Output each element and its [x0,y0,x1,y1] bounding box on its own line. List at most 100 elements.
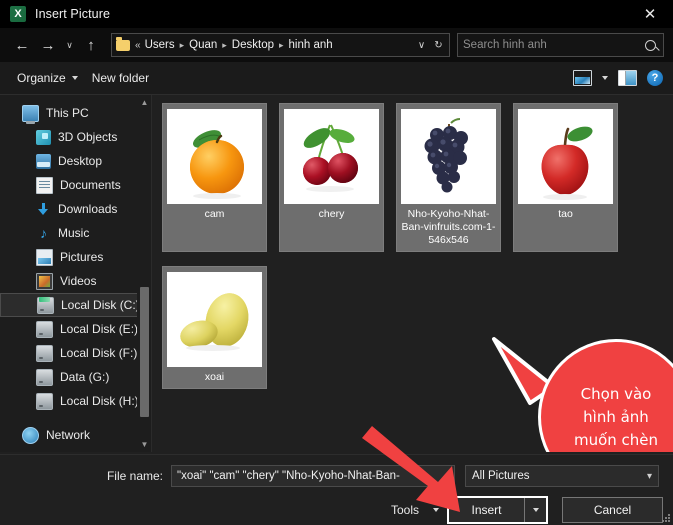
preview-pane-icon[interactable] [618,70,637,86]
sidebar-item-videos[interactable]: Videos [0,269,152,293]
recent-locations-icon[interactable]: ∨ [61,32,78,58]
sidebar-item-network[interactable]: Network [0,423,152,447]
folder-icon [116,37,130,51]
download-icon [36,202,51,217]
thumbnail-image [284,109,379,204]
network-icon [22,426,39,444]
chevron-down-icon[interactable]: ∨ [413,40,430,51]
sidebar-item-downloads[interactable]: Downloads [0,197,152,221]
navigation-bar: ← → ∨ ↑ « Users ▸ Quan ▸ Desktop ▸ hinh … [0,28,673,62]
sidebar-item-pictures[interactable]: Pictures [0,245,152,269]
sidebar-item-label: Documents [60,178,121,192]
sidebar-item-local-disk-h[interactable]: Local Disk (H:) [0,389,152,413]
insert-button[interactable]: Insert [449,498,524,522]
sidebar-item-music[interactable]: ♪ Music [0,221,152,245]
file-name-input[interactable]: "xoai" "cam" "chery" "Nho-Kyoho-Nhat-Ban… [171,465,455,487]
sidebar-item-desktop[interactable]: Desktop [0,149,152,173]
sidebar-item-label: Videos [60,274,97,288]
sidebar-item-label: Local Disk (C:) [61,298,140,312]
scrollbar-thumb[interactable] [140,287,149,417]
breadcrumb-item-desktop[interactable]: Desktop [230,39,276,51]
file-name-label: cam [204,208,225,220]
organize-label: Organize [17,71,66,85]
thumbnail-image [167,109,262,204]
callout-line-1: Chọn vào [580,384,652,403]
address-bar[interactable]: « Users ▸ Quan ▸ Desktop ▸ hinh anh ∨ ↻ [111,33,450,57]
forward-icon[interactable]: → [35,32,61,58]
breadcrumb-item-users[interactable]: Users [143,39,177,51]
search-input[interactable]: Search hinh anh [457,33,664,57]
file-item-chery[interactable]: chery [279,103,384,252]
dialog-buttons-row: Tools Insert Cancel [0,495,673,525]
drive-c-icon [37,296,54,314]
sidebar-item-3d-objects[interactable]: 3D Objects [0,125,152,149]
new-folder-label: New folder [91,71,150,85]
file-name-label-text: File name: [106,469,163,483]
callout-line-2: hình ảnh [583,407,649,426]
file-type-filter-select[interactable]: All Pictures ▾ [465,465,659,487]
breadcrumb-item-hinh-anh[interactable]: hinh anh [287,39,335,51]
insert-button-group[interactable]: Insert [447,496,548,524]
sidebar-item-label: Downloads [58,202,118,216]
address-bar-actions: ∨ ↻ [413,40,447,51]
organize-button[interactable]: Organize [10,68,85,88]
chevron-down-icon: ▾ [646,470,652,482]
drive-icon [36,344,53,362]
window-title: Insert Picture [35,7,111,21]
chevron-down-icon[interactable] [602,76,608,80]
computer-icon [22,104,39,124]
sidebar-item-label: Data (G:) [60,370,110,384]
file-type-filter-value: All Pictures [472,470,530,482]
command-bar-right: ? [573,70,663,86]
scroll-down-icon[interactable]: ▼ [137,437,152,452]
file-item-cam[interactable]: cam [162,103,267,252]
file-list-view[interactable]: cam chery Nho-Kyoho-Nhat-Ban-vinfruits.c… [152,95,673,452]
sidebar-item-local-disk-f[interactable]: Local Disk (F:) [0,341,152,365]
file-name-row: File name: "xoai" "cam" "chery" "Nho-Kyo… [0,455,673,491]
breadcrumb-overflow-icon[interactable]: « [134,40,143,51]
command-bar: Organize New folder ? [0,62,673,95]
sidebar-item-label: Local Disk (E:) [60,322,139,336]
file-name-label: tao [558,208,573,220]
sidebar-item-data-g[interactable]: Data (G:) [0,365,152,389]
file-item-xoai[interactable]: xoai [162,266,267,389]
breadcrumb-item-quan[interactable]: Quan [187,39,219,51]
tools-menu[interactable]: Tools [391,503,447,517]
sidebar-item-documents[interactable]: Documents [0,173,152,197]
insert-dropdown-icon[interactable] [524,498,546,522]
search-icon[interactable] [645,39,656,51]
scroll-up-icon[interactable]: ▲ [137,95,152,110]
sidebar-item-label: Network [46,428,91,442]
up-icon[interactable]: ↑ [78,32,104,58]
music-icon: ♪ [40,224,47,241]
thumbnail-image [518,109,613,204]
sidebar-item-this-pc[interactable]: This PC [0,101,152,125]
chevron-down-icon [71,76,78,80]
extra-large-icons-icon[interactable] [573,70,592,86]
sidebar-item-local-disk-c[interactable]: Local Disk (C:) [0,293,148,317]
sidebar-item-label: 3D Objects [58,130,118,144]
resize-grip-icon[interactable] [661,514,670,523]
insert-picture-dialog: X Insert Picture ✕ ← → ∨ ↑ « Users ▸ Qua… [0,0,673,525]
search-placeholder: Search hinh anh [463,39,547,51]
pictures-icon [36,248,53,266]
help-icon[interactable]: ? [647,70,663,86]
sidebar-item-local-disk-e[interactable]: Local Disk (E:) [0,317,152,341]
dialog-body: This PC 3D Objects Desktop Documents Dow… [0,95,673,452]
file-item-tao[interactable]: tao [513,103,618,252]
new-folder-button[interactable]: New folder [85,68,156,88]
dialog-footer: File name: "xoai" "cam" "chery" "Nho-Kyo… [0,454,673,525]
back-icon[interactable]: ← [9,32,35,58]
close-icon[interactable]: ✕ [627,0,673,28]
documents-icon [36,176,53,194]
sidebar-item-label: Desktop [58,154,103,168]
cancel-button[interactable]: Cancel [562,497,663,523]
file-item-nho-kyoho[interactable]: Nho-Kyoho-Nhat-Ban-vinfruits.com-1-546x5… [396,103,501,252]
sidebar-item-label: Music [58,226,90,240]
thumbnail-image [401,109,496,204]
refresh-icon[interactable]: ↻ [430,40,447,51]
sidebar-item-label: Local Disk (F:) [60,346,138,360]
thumbnail-image [167,272,262,367]
file-name-label: xoai [204,371,225,383]
sidebar-scrollbar[interactable]: ▲ ▼ [137,95,152,452]
